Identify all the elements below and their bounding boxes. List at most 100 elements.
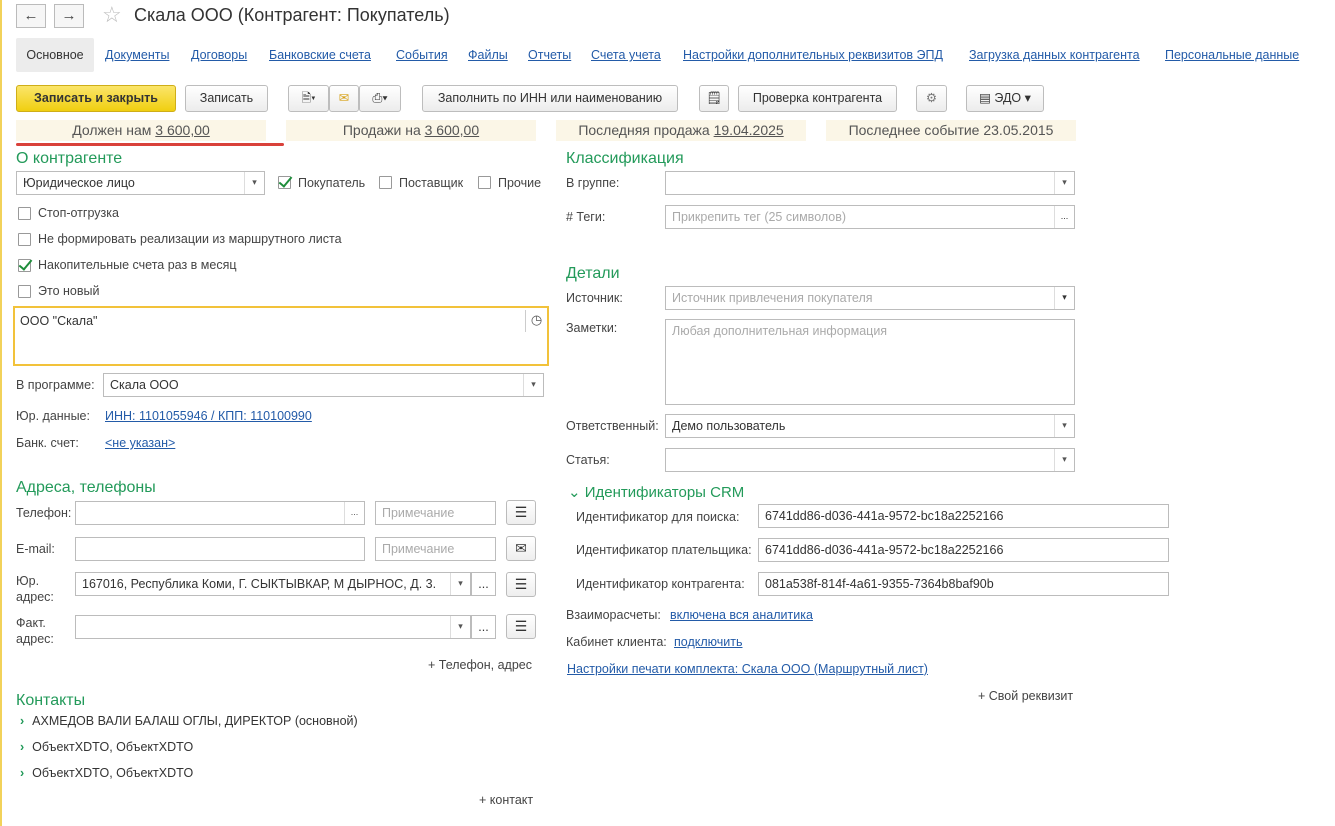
favorite-star-icon[interactable]: ☆ bbox=[102, 2, 122, 28]
chevron-down-icon[interactable]: ▾ bbox=[450, 573, 470, 595]
check-contractor-button[interactable]: Проверка контрагента bbox=[738, 85, 897, 112]
fact-address-more-button[interactable]: ... bbox=[471, 615, 496, 639]
about-heading: О контрагенте bbox=[16, 150, 123, 167]
chevron-down-icon[interactable]: ▾ bbox=[1054, 287, 1074, 309]
buyer-checkbox[interactable] bbox=[278, 176, 291, 189]
entity-type-select[interactable]: Юридическое лицо ▾ bbox=[16, 171, 265, 195]
stat-owes-value[interactable]: 3 600,00 bbox=[155, 122, 210, 138]
chevron-down-icon[interactable]: ▾ bbox=[523, 374, 543, 396]
tab-personal-data[interactable]: Персональные данные bbox=[1165, 48, 1299, 62]
tab-load-data[interactable]: Загрузка данных контрагента bbox=[969, 48, 1140, 62]
contact-item[interactable]: › АХМЕДОВ ВАЛИ БАЛАШ ОГЛЫ, ДИРЕКТОР (осно… bbox=[20, 714, 358, 728]
check-doc-button[interactable]: 🗒 bbox=[699, 85, 729, 112]
contact-item[interactable]: › ОбъектXDTO, ОбъектXDTO bbox=[20, 766, 193, 780]
settings-button[interactable]: ⚙ bbox=[916, 85, 947, 112]
full-name-textarea[interactable]: ООО "Скала" ◷ bbox=[13, 306, 549, 366]
create-based-button[interactable]: 🗎▾ bbox=[288, 85, 329, 112]
notes-textarea[interactable]: Любая дополнительная информация bbox=[665, 319, 1075, 405]
phone-menu-button[interactable]: ☰ bbox=[506, 500, 536, 525]
contact-item[interactable]: › ОбъектXDTO, ОбъектXDTO bbox=[20, 740, 193, 754]
email-label: E-mail: bbox=[16, 542, 55, 556]
add-own-attribute-link[interactable]: + Свой реквизит bbox=[978, 689, 1073, 703]
phone-input[interactable]: ... bbox=[75, 501, 365, 525]
crm-search-input[interactable]: 6741dd86-d036-441a-9572-bc18a2252166 bbox=[758, 504, 1169, 528]
fact-address-input[interactable]: ▾ bbox=[75, 615, 471, 639]
is-new-label: Это новый bbox=[38, 284, 100, 298]
save-close-button[interactable]: Записать и закрыть bbox=[16, 85, 176, 112]
tab-documents[interactable]: Документы bbox=[105, 48, 169, 62]
tab-events[interactable]: События bbox=[396, 48, 448, 62]
save-button[interactable]: Записать bbox=[185, 85, 268, 112]
supplier-checkbox[interactable] bbox=[379, 176, 392, 189]
tab-reports[interactable]: Отчеты bbox=[528, 48, 571, 62]
tab-accounts[interactable]: Счета учета bbox=[591, 48, 661, 62]
send-email-button[interactable]: ✉ bbox=[506, 536, 536, 561]
crm-heading[interactable]: ⌄ Идентификаторы CRM bbox=[568, 483, 744, 501]
monthly-invoices-checkbox[interactable] bbox=[18, 259, 31, 272]
crm-search-label: Идентификатор для поиска: bbox=[576, 510, 740, 524]
article-select[interactable]: ▾ bbox=[665, 448, 1075, 472]
legal-address-menu-button[interactable]: ☰ bbox=[506, 572, 536, 597]
program-select[interactable]: Скала ООО ▾ bbox=[103, 373, 544, 397]
email-input[interactable] bbox=[75, 537, 365, 561]
more-icon[interactable]: ... bbox=[344, 502, 364, 524]
phone-note-input[interactable]: Примечание bbox=[375, 501, 496, 525]
print-settings-link[interactable]: Настройки печати комплекта: Скала ООО (М… bbox=[567, 662, 928, 676]
crm-payer-input[interactable]: 6741dd86-d036-441a-9572-bc18a2252166 bbox=[758, 538, 1169, 562]
legal-address-label-2: адрес: bbox=[16, 590, 54, 604]
print-button[interactable]: ⎙▾ bbox=[359, 85, 401, 112]
legal-address-input[interactable]: 167016, Республика Коми, Г. СЫКТЫВКАР, М… bbox=[75, 572, 471, 596]
crm-heading-label: Идентификаторы CRM bbox=[584, 484, 745, 501]
email-button[interactable]: ✉ bbox=[329, 85, 359, 112]
crm-contractor-input[interactable]: 081a538f-814f-4a61-9355-7364b8baf90b bbox=[758, 572, 1169, 596]
tab-main[interactable]: Основное bbox=[16, 38, 94, 72]
window-title: Скала ООО (Контрагент: Покупатель) bbox=[134, 5, 450, 25]
responsible-label: Ответственный: bbox=[566, 419, 659, 433]
settlements-link[interactable]: включена вся аналитика bbox=[670, 608, 813, 622]
add-phone-address-link[interactable]: + Телефон, адрес bbox=[428, 658, 532, 672]
more-icon[interactable]: ... bbox=[1054, 206, 1074, 228]
tab-bank-accounts[interactable]: Банковские счета bbox=[269, 48, 371, 62]
tab-files[interactable]: Файлы bbox=[468, 48, 508, 62]
email-note-input[interactable]: Примечание bbox=[375, 537, 496, 561]
back-button[interactable]: ← bbox=[16, 4, 46, 28]
responsible-select[interactable]: Демо пользователь ▾ bbox=[665, 414, 1075, 438]
history-icon[interactable]: ◷ bbox=[525, 310, 547, 332]
chevron-down-icon[interactable]: ▾ bbox=[450, 616, 470, 638]
no-route-sales-checkbox[interactable] bbox=[18, 233, 31, 246]
stat-last-sale-value[interactable]: 19.04.2025 bbox=[714, 122, 784, 138]
tab-contracts[interactable]: Договоры bbox=[191, 48, 247, 62]
fill-by-inn-button[interactable]: Заполнить по ИНН или наименованию bbox=[422, 85, 678, 112]
entity-type-value: Юридическое лицо bbox=[23, 176, 135, 190]
is-new-checkbox[interactable] bbox=[18, 285, 31, 298]
source-select[interactable]: Источник привлечения покупателя ▾ bbox=[665, 286, 1075, 310]
responsible-value: Демо пользователь bbox=[672, 419, 786, 433]
no-route-sales-label: Не формировать реализации из маршрутного… bbox=[38, 232, 342, 246]
fact-address-label-2: адрес: bbox=[16, 632, 54, 646]
other-checkbox[interactable] bbox=[478, 176, 491, 189]
edo-button[interactable]: ▤ ЭДО ▾ bbox=[966, 85, 1044, 112]
fact-address-menu-button[interactable]: ☰ bbox=[506, 614, 536, 639]
stat-owes: Должен нам 3 600,00 bbox=[16, 120, 266, 141]
legal-address-more-button[interactable]: ... bbox=[471, 572, 496, 596]
stat-sales-value[interactable]: 3 600,00 bbox=[425, 122, 480, 138]
chevron-down-icon[interactable]: ▾ bbox=[1054, 415, 1074, 437]
notes-label: Заметки: bbox=[566, 321, 618, 335]
group-select[interactable]: ▾ bbox=[665, 171, 1075, 195]
legal-data-link[interactable]: ИНН: 1101055946 / КПП: 110100990 bbox=[105, 409, 312, 423]
tags-input[interactable]: Прикрепить тег (25 символов)... bbox=[665, 205, 1075, 229]
stop-shipment-checkbox[interactable] bbox=[18, 207, 31, 220]
envelope-icon: ✉ bbox=[338, 91, 350, 105]
add-contact-link[interactable]: + контакт bbox=[479, 793, 533, 807]
chevron-down-icon[interactable]: ▾ bbox=[1054, 449, 1074, 471]
chevron-down-icon[interactable]: ▾ bbox=[1054, 172, 1074, 194]
tab-epd-settings[interactable]: Настройки дополнительных реквизитов ЭПД bbox=[683, 48, 943, 62]
supplier-label: Поставщик bbox=[399, 176, 464, 190]
chevron-down-icon[interactable]: ▾ bbox=[244, 172, 264, 194]
forward-button[interactable]: → bbox=[54, 4, 84, 28]
bank-account-link[interactable]: <не указан> bbox=[105, 436, 175, 450]
cabinet-link[interactable]: подключить bbox=[674, 635, 742, 649]
list-icon: ☰ bbox=[514, 504, 528, 520]
buyer-label: Покупатель bbox=[298, 176, 366, 190]
article-label: Статья: bbox=[566, 453, 610, 467]
